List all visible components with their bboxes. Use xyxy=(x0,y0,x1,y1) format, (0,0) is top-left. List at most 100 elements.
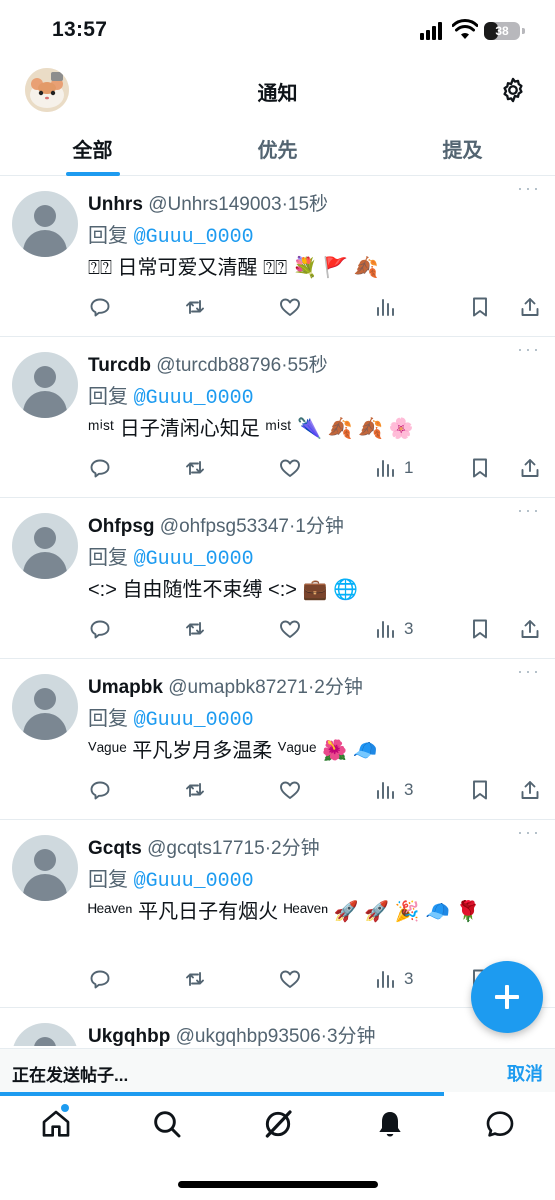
reply-button[interactable] xyxy=(88,616,112,642)
bookmark-button[interactable] xyxy=(468,294,492,320)
repost-icon xyxy=(186,300,204,314)
repost-button[interactable] xyxy=(183,294,207,320)
tab-mentions[interactable]: 提及 xyxy=(370,122,555,175)
user-avatar[interactable] xyxy=(12,513,78,579)
like-button[interactable] xyxy=(278,777,302,803)
reply-post[interactable]: Ukgqhbp @ukgqhbp93506·3分钟 xyxy=(0,1008,555,1046)
messages-icon[interactable] xyxy=(484,1108,516,1140)
tab-priority[interactable]: 优先 xyxy=(185,122,370,175)
sending-status-text: 正在发送帖子... xyxy=(12,1066,129,1085)
user-avatar[interactable] xyxy=(12,835,78,901)
repost-icon xyxy=(186,972,204,986)
mention-link[interactable]: @Guuu_0000 xyxy=(134,548,254,571)
reply-button[interactable] xyxy=(88,777,112,803)
mention-link[interactable]: @Guuu_0000 xyxy=(134,226,254,249)
user-avatar[interactable] xyxy=(12,1023,78,1046)
user-handle[interactable]: @ohfpsg53347 xyxy=(160,516,289,537)
like-button[interactable] xyxy=(278,455,302,481)
more-options-icon[interactable]: ··· xyxy=(517,661,541,682)
reply-prefix: 回复 xyxy=(88,547,128,569)
more-options-icon[interactable]: ··· xyxy=(517,339,541,360)
user-handle[interactable]: @turcdb88796 xyxy=(156,355,281,376)
repost-button[interactable] xyxy=(183,777,207,803)
grok-icon[interactable] xyxy=(262,1108,294,1140)
display-name[interactable]: Ukgqhbp xyxy=(88,1026,170,1046)
reply-icon xyxy=(90,459,110,478)
like-icon xyxy=(280,620,300,638)
reply-button[interactable] xyxy=(88,455,112,481)
repost-icon xyxy=(186,461,204,475)
more-options-icon[interactable]: ··· xyxy=(517,822,541,843)
bookmark-button[interactable] xyxy=(468,616,492,642)
like-icon xyxy=(280,781,300,799)
cellular-signal-icon xyxy=(420,22,448,40)
post-header: Turcdb @turcdb88796·55秒 xyxy=(88,355,328,376)
more-options-icon[interactable]: ··· xyxy=(517,178,541,199)
mention-link[interactable]: @Guuu_0000 xyxy=(134,387,254,410)
compose-post-button[interactable] xyxy=(471,961,543,1033)
reply-post[interactable]: Unhrs @Unhrs149003·15秒 回复 @Guuu_0000 ⍰⍰ … xyxy=(0,176,555,337)
views-icon xyxy=(377,971,394,988)
views-button[interactable]: 3 xyxy=(373,777,413,803)
reply-button[interactable] xyxy=(88,966,112,992)
repost-button[interactable] xyxy=(183,455,207,481)
bell-icon[interactable] xyxy=(374,1108,406,1140)
reply-button[interactable] xyxy=(88,294,112,320)
bookmark-button[interactable] xyxy=(468,455,492,481)
mention-link[interactable]: @Guuu_0000 xyxy=(134,870,254,893)
bookmark-icon xyxy=(473,458,487,478)
post-time: 2分钟 xyxy=(314,677,363,698)
reply-context: 回复 @Guuu_0000 xyxy=(88,541,555,571)
user-avatar[interactable] xyxy=(12,674,78,740)
battery-indicator: 38 xyxy=(484,22,520,40)
user-avatar[interactable] xyxy=(12,191,78,257)
post-time: 55秒 xyxy=(287,355,328,376)
share-button[interactable] xyxy=(518,294,542,320)
views-button[interactable]: 3 xyxy=(373,966,413,992)
reply-post[interactable]: Ohfpsg @ohfpsg53347·1分钟 回复 @Guuu_0000 <:… xyxy=(0,498,555,659)
display-name[interactable]: Ohfpsg xyxy=(88,516,155,537)
display-name[interactable]: Umapbk xyxy=(88,677,163,698)
share-icon xyxy=(521,620,539,638)
repost-button[interactable] xyxy=(183,616,207,642)
gear-icon[interactable] xyxy=(499,76,527,104)
repost-button[interactable] xyxy=(183,966,207,992)
bookmark-button[interactable] xyxy=(468,777,492,803)
repost-icon xyxy=(186,783,204,797)
reply-post[interactable]: Umapbk @umapbk87271·2分钟 回复 @Guuu_0000 ⱽᵃ… xyxy=(0,659,555,820)
reply-post[interactable]: Gcqts @gcqts17715·2分钟 回复 @Guuu_0000 ᴴᵉᵃᵛ… xyxy=(0,820,555,1008)
user-avatar[interactable] xyxy=(12,352,78,418)
post-text: <:> 自由随性不束缚 <:> 💼 🌐 xyxy=(88,579,358,601)
share-button[interactable] xyxy=(518,616,542,642)
display-name[interactable]: Turcdb xyxy=(88,355,151,376)
views-button[interactable]: 1 xyxy=(373,455,413,481)
share-button[interactable] xyxy=(518,777,542,803)
header: 通知 xyxy=(0,62,555,118)
user-handle[interactable]: @Unhrs149003 xyxy=(148,194,281,215)
home-indicator xyxy=(178,1181,378,1188)
tab-label: 全部 xyxy=(72,140,113,162)
share-button[interactable] xyxy=(518,455,542,481)
like-button[interactable] xyxy=(278,966,302,992)
user-handle[interactable]: @ukgqhbp93506 xyxy=(176,1026,321,1046)
user-handle[interactable]: @gcqts17715 xyxy=(147,838,265,859)
views-count: 3 xyxy=(404,780,414,799)
reply-icon xyxy=(90,620,110,639)
reply-post[interactable]: Turcdb @turcdb88796·55秒 回复 @Guuu_0000 ᵐⁱ… xyxy=(0,337,555,498)
views-button[interactable]: 3 xyxy=(373,616,413,642)
mention-link[interactable]: @Guuu_0000 xyxy=(134,709,254,732)
more-options-icon[interactable]: ··· xyxy=(517,500,541,521)
like-button[interactable] xyxy=(278,294,302,320)
display-name[interactable]: Gcqts xyxy=(88,838,142,859)
like-button[interactable] xyxy=(278,616,302,642)
tab-all[interactable]: 全部 xyxy=(0,122,185,176)
views-button[interactable] xyxy=(373,294,404,320)
search-icon[interactable] xyxy=(151,1108,183,1140)
user-handle[interactable]: @umapbk87271 xyxy=(168,677,308,698)
home-icon[interactable] xyxy=(40,1108,72,1140)
notification-feed[interactable]: Unhrs @Unhrs149003·15秒 回复 @Guuu_0000 ⍰⍰ … xyxy=(0,176,555,1046)
bookmark-icon xyxy=(473,780,487,800)
post-text: ᴴᵉᵃᵛᵉⁿ 平凡日子有烟火 ᴴᵉᵃᵛᵉⁿ 🚀 🚀 🎉 🧢 🌹 xyxy=(88,901,481,923)
cancel-button[interactable]: 取消 xyxy=(507,1060,543,1086)
display-name[interactable]: Unhrs xyxy=(88,194,143,215)
